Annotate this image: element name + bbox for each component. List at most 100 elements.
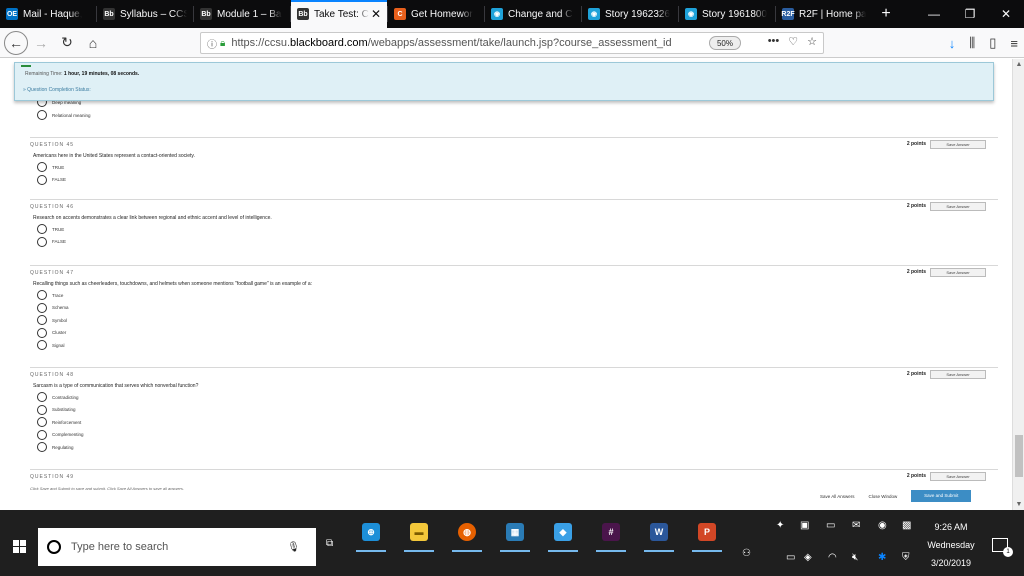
option-row[interactable]: Schema <box>37 302 69 313</box>
option-row[interactable]: FALSE <box>37 236 66 247</box>
scroll-down-icon[interactable]: ▼ <box>1013 501 1024 508</box>
close-tab-icon[interactable]: ✕ <box>371 7 381 21</box>
option-row[interactable]: Complementing <box>37 429 84 440</box>
save-answer-button[interactable]: Save Answer <box>930 268 986 277</box>
clock-time: 9:26 AM <box>934 522 968 532</box>
taskbar-app-slack-icon[interactable]: # <box>592 514 630 552</box>
new-tab-button[interactable]: + <box>872 0 900 28</box>
clock[interactable]: 9:26 AM Wednesday 3/20/2019 <box>918 518 984 572</box>
close-window-link[interactable]: Close Window <box>869 494 898 499</box>
save-answer-button[interactable]: Save Answer <box>930 202 986 211</box>
radio-button[interactable] <box>37 429 47 440</box>
taskbar-app-photos-icon[interactable]: ▦ <box>496 514 534 552</box>
page-actions-icon[interactable]: ••• <box>768 35 780 48</box>
browser-tab[interactable]: ◉ Story 1962326 <box>582 0 678 28</box>
browser-tab[interactable]: R2F R2F | Home pa <box>776 0 872 28</box>
save-answer-button[interactable]: Save Answer <box>930 472 986 481</box>
browser-tab[interactable]: ◉ Story 1961800 <box>679 0 775 28</box>
hamburger-menu-icon[interactable]: ≡ <box>1010 36 1018 51</box>
radio-button[interactable] <box>37 110 47 120</box>
radio-button[interactable] <box>37 417 47 427</box>
tray-zoom-icon[interactable]: ▭ <box>826 520 835 531</box>
save-answer-button[interactable]: Save Answer <box>930 140 986 149</box>
bookmark-star-icon[interactable]: ☆ <box>807 35 817 48</box>
wifi-icon[interactable]: ◠ <box>828 552 837 563</box>
forward-button[interactable]: → <box>28 30 54 56</box>
info-icon[interactable]: ⓘ <box>207 36 217 51</box>
notification-center-icon[interactable]: 1 <box>992 538 1013 557</box>
start-button[interactable] <box>0 526 38 566</box>
save-all-answers-button[interactable]: Save All Answers <box>820 494 855 499</box>
tray-chrome-icon[interactable]: ◉ <box>878 520 887 531</box>
option-row[interactable]: Cluster <box>37 327 66 338</box>
option-row[interactable]: Regulating <box>37 442 74 452</box>
option-row[interactable]: Relational meaning <box>37 110 91 120</box>
browser-tab[interactable]: Bb Module 1 – Ba <box>194 0 290 28</box>
task-view-icon[interactable]: ⧉ <box>326 538 342 552</box>
option-row[interactable]: Symbol <box>37 315 67 325</box>
people-icon[interactable]: ⚇ <box>742 548 751 559</box>
option-row[interactable]: Signal <box>37 340 65 350</box>
browser-tab[interactable]: ◉ Change and C <box>485 0 581 28</box>
tray-monitor-icon[interactable]: ▭ <box>786 552 795 563</box>
option-row[interactable]: Contradicting <box>37 392 79 402</box>
bluetooth-icon[interactable]: ✱ <box>878 552 886 563</box>
scroll-thumb[interactable] <box>1015 435 1023 477</box>
taskbar-app-file-explorer-icon[interactable]: ▬ <box>400 514 438 552</box>
taskbar-app-firefox-icon[interactable]: ◍ <box>448 514 486 552</box>
tray-mail-icon[interactable]: ✉ <box>852 520 860 531</box>
browser-tab[interactable]: C Get Homewor <box>388 0 484 28</box>
microphone-icon[interactable]: 🎙︎ <box>287 542 300 553</box>
option-row[interactable]: Substituting <box>37 404 76 415</box>
scroll-up-icon[interactable]: ▲ <box>1013 61 1024 68</box>
zoom-indicator[interactable]: 50% <box>709 36 741 50</box>
back-button[interactable]: ← <box>4 30 28 55</box>
option-row[interactable]: FALSE <box>37 174 66 185</box>
taskbar-app-powerpoint-icon[interactable]: P <box>688 514 726 552</box>
tray-slack-icon[interactable]: ✦ <box>776 520 784 531</box>
restore-button[interactable]: ❐ <box>952 0 988 28</box>
page-scrollbar[interactable]: ▲ ▼ <box>1012 59 1024 510</box>
pocket-icon[interactable]: ♡ <box>788 35 798 48</box>
option-row[interactable]: TRUE <box>37 224 64 234</box>
save-answer-button[interactable]: Save Answer <box>930 370 986 379</box>
library-icon[interactable]: ⫼ <box>969 35 975 51</box>
radio-button[interactable] <box>37 327 47 338</box>
volume-muted-icon[interactable]: 🔇︎ <box>852 552 858 563</box>
option-row[interactable]: TRUE <box>37 162 64 172</box>
save-and-submit-button[interactable]: Save and Submit <box>911 490 972 502</box>
minimize-button[interactable]: — <box>916 0 952 28</box>
taskbar-app-word-icon[interactable]: W <box>640 514 678 552</box>
tray-shield-icon[interactable]: ◈ <box>804 552 812 563</box>
taskbar-app-messages-icon[interactable]: ◆ <box>544 514 582 552</box>
sidebar-icon[interactable]: ▯ <box>989 35 996 51</box>
close-window-button[interactable]: ✕ <box>988 0 1024 28</box>
radio-button[interactable] <box>37 315 47 325</box>
search-box[interactable]: Type here to search 🎙︎ <box>38 528 316 566</box>
radio-button[interactable] <box>37 224 47 234</box>
url-text[interactable]: https://ccsu.blackboard.com/webapps/asse… <box>231 37 671 49</box>
browser-tab[interactable]: OE Mail - Haque, <box>0 0 96 28</box>
completion-status-link[interactable]: » Question Completion Status: <box>23 87 91 93</box>
radio-button[interactable] <box>37 340 47 350</box>
radio-button[interactable] <box>37 236 47 247</box>
tray-app-icon[interactable]: ▣ <box>800 520 809 531</box>
option-row[interactable]: Trace <box>37 290 63 300</box>
radio-button[interactable] <box>37 302 47 313</box>
option-row[interactable]: Reinforcement <box>37 417 81 427</box>
radio-button[interactable] <box>37 404 47 415</box>
radio-button[interactable] <box>37 162 47 172</box>
radio-button[interactable] <box>37 174 47 185</box>
reload-button[interactable]: ↻ <box>54 30 80 56</box>
taskbar-app-network-icon[interactable]: ⊕ <box>352 514 390 552</box>
radio-button[interactable] <box>37 442 47 452</box>
radio-button[interactable] <box>37 290 47 300</box>
download-icon[interactable]: ↓ <box>949 36 956 51</box>
radio-button[interactable] <box>37 392 47 402</box>
tray-xbox-icon[interactable]: ▩ <box>902 520 911 531</box>
url-bar[interactable]: ⓘ 🔒︎ https://ccsu.blackboard.com/webapps… <box>200 32 824 54</box>
browser-tab[interactable]: Bb Syllabus – CCS <box>97 0 193 28</box>
defender-icon[interactable]: ⛨ <box>902 552 910 563</box>
browser-tab[interactable]: Bb Take Test: C ✕ <box>291 0 387 28</box>
home-button[interactable]: ⌂ <box>80 30 106 56</box>
